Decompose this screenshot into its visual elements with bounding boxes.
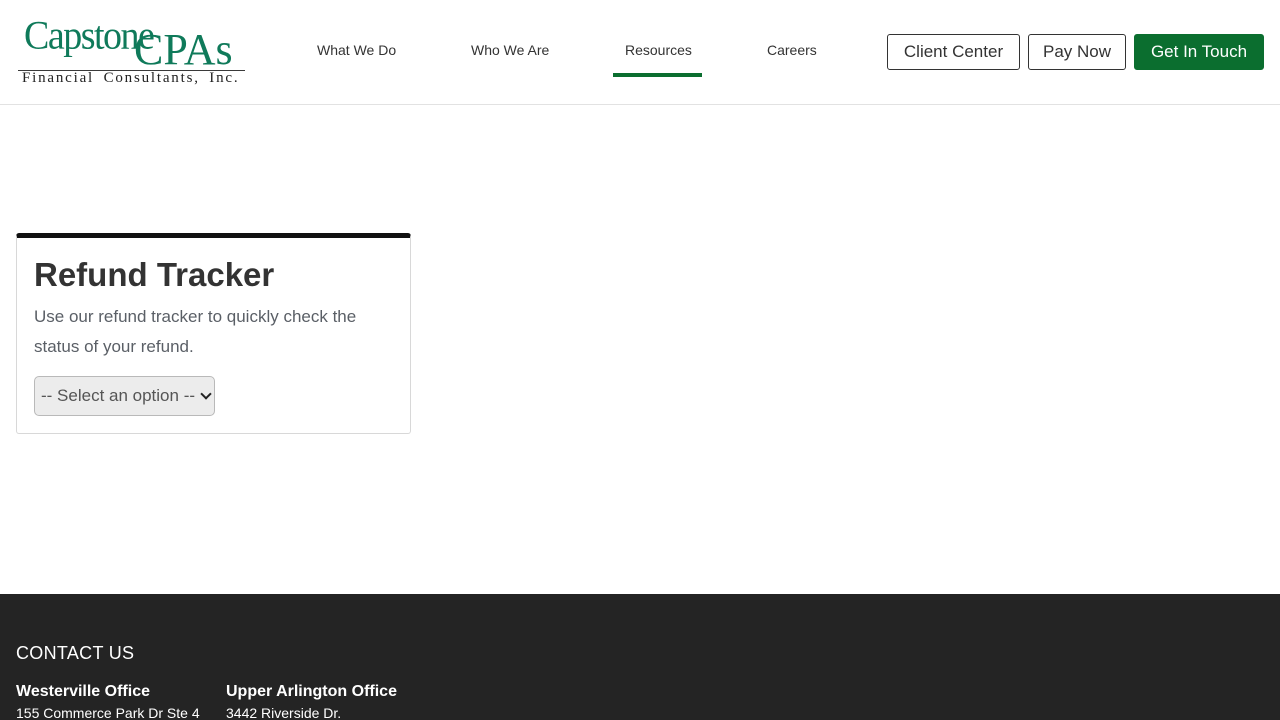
nav-active-indicator xyxy=(613,73,702,77)
logo-tagline: Financial Consultants, Inc. xyxy=(22,70,240,86)
select-value: -- Select an option -- xyxy=(41,386,196,405)
site-footer: CONTACT US Westerville Office 155 Commer… xyxy=(0,594,1280,720)
nav-careers[interactable]: Careers xyxy=(767,42,817,62)
office-upper-arlington: Upper Arlington Office 3442 Riverside Dr… xyxy=(226,683,397,720)
card-title: Refund Tracker xyxy=(34,256,275,293)
site-header: Capstone CPAs Financial Consultants, Inc… xyxy=(0,0,1280,105)
nav-who-we-are[interactable]: Who We Are xyxy=(471,42,549,62)
client-center-button[interactable]: Client Center xyxy=(887,34,1020,70)
nav-what-we-do[interactable]: What We Do xyxy=(317,42,396,62)
get-in-touch-button[interactable]: Get In Touch xyxy=(1134,34,1264,70)
chevron-down-icon xyxy=(200,388,212,400)
office-address: 3442 Riverside Dr. xyxy=(226,705,342,720)
office-westerville: Westerville Office 155 Commerce Park Dr … xyxy=(16,683,200,720)
nav-resources[interactable]: Resources xyxy=(625,42,692,62)
office-address: 155 Commerce Park Dr Ste 4 xyxy=(16,705,200,720)
refund-option-select[interactable]: -- Select an option -- xyxy=(34,376,215,416)
pay-now-button[interactable]: Pay Now xyxy=(1028,34,1126,70)
card-description: Use our refund tracker to quickly check … xyxy=(34,307,357,356)
footer-contact-heading: CONTACT US xyxy=(16,643,135,663)
logo-cpas-text: CPAs xyxy=(134,25,233,74)
company-logo[interactable]: Capstone CPAs Financial Consultants, Inc… xyxy=(16,14,246,90)
office-name: Upper Arlington Office xyxy=(226,683,397,700)
refund-tracker-card: Refund Tracker Use our refund tracker to… xyxy=(16,233,411,434)
office-name: Westerville Office xyxy=(16,683,150,700)
